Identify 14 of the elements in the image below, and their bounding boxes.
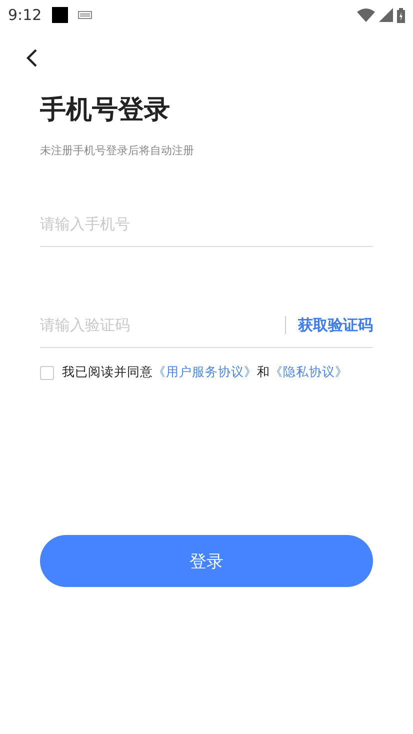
page-subtitle: 未注册手机号登录后将自动注册	[40, 143, 195, 158]
keyboard-icon	[78, 11, 92, 19]
agreement-link[interactable]: 《隐私协议》	[270, 364, 348, 379]
battery-icon	[397, 8, 405, 22]
wifi-icon	[357, 8, 375, 22]
agreement-checkbox[interactable]	[40, 366, 54, 380]
notification-icon	[52, 7, 68, 23]
agreement-link[interactable]: 《用户服务协议》	[153, 364, 257, 379]
status-time: 9:12	[8, 6, 42, 24]
login-button[interactable]: 登录	[40, 535, 373, 587]
get-code-button[interactable]: 获取验证码	[298, 316, 373, 334]
page-title: 手机号登录	[40, 94, 171, 127]
signal-icon	[379, 8, 393, 22]
agreement-text: 我已阅读并同意《用户服务协议》和《隐私协议》	[62, 364, 348, 381]
